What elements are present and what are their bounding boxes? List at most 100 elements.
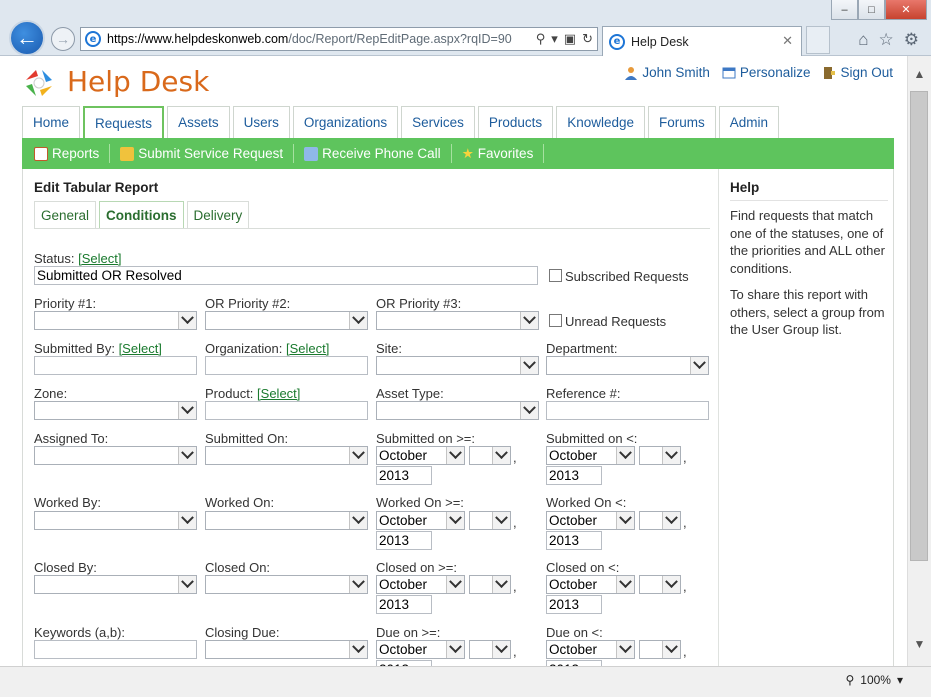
user-profile-link[interactable]: John Smith — [624, 65, 710, 80]
chevron-down-icon — [616, 641, 634, 658]
worked-on-select[interactable] — [205, 511, 368, 530]
favorites-star-icon[interactable]: ☆ — [879, 30, 894, 50]
submitted-on-lt-year-field[interactable]: 2013 — [546, 466, 602, 485]
lock-icon[interactable]: ▣ — [564, 31, 576, 47]
scroll-down-icon[interactable]: ▼ — [908, 634, 931, 654]
priority2-select[interactable] — [205, 311, 368, 330]
tab-close-icon[interactable]: ✕ — [782, 33, 793, 49]
worked-on-gte-month-select[interactable]: October — [376, 511, 465, 530]
closed-on-gte-month-select[interactable]: October — [376, 575, 465, 594]
due-on-gte-day-select[interactable] — [469, 640, 511, 659]
submitted-on-gte-month-select[interactable]: October — [376, 446, 465, 465]
content-area: Edit Tabular Report General Conditions D… — [22, 169, 894, 666]
tab-assets[interactable]: Assets — [167, 106, 230, 138]
scrollbar-thumb[interactable] — [910, 91, 928, 561]
status-bar: ⚲ 100% ▾ — [0, 666, 931, 697]
due-on-lt-day-select[interactable] — [639, 640, 681, 659]
closed-on-gte-day-select[interactable] — [469, 575, 511, 594]
sign-out-link[interactable]: Sign Out — [822, 65, 893, 80]
tab-home[interactable]: Home — [22, 106, 81, 138]
chevron-down-icon — [492, 576, 510, 593]
tab-admin[interactable]: Admin — [718, 106, 780, 138]
address-bar[interactable]: e https://www.helpdeskonweb.com/doc/Repo… — [80, 27, 598, 51]
due-on-lt-month-select[interactable]: October — [546, 640, 635, 659]
organization-select-link[interactable]: [Select] — [286, 341, 329, 356]
maximize-button[interactable]: □ — [858, 0, 885, 20]
tab-products[interactable]: Products — [477, 106, 554, 138]
tab-knowledge[interactable]: Knowledge — [556, 106, 645, 138]
zone-select[interactable] — [34, 401, 197, 420]
submitted-on-select[interactable] — [205, 446, 368, 465]
status-label-group: Status: [Select] — [34, 251, 121, 266]
unread-requests-checkbox[interactable] — [549, 314, 562, 327]
submitted-by-select-link[interactable]: [Select] — [119, 341, 162, 356]
home-icon[interactable]: ⌂ — [858, 30, 868, 50]
worked-on-lt-day-select[interactable] — [639, 511, 681, 530]
tab-users[interactable]: Users — [232, 106, 290, 138]
vertical-scrollbar[interactable]: ▲ ▼ — [907, 56, 931, 666]
priority1-select[interactable] — [34, 311, 197, 330]
tab-conditions[interactable]: Conditions — [99, 201, 184, 228]
closed-on-lt-year-field[interactable]: 2013 — [546, 595, 602, 614]
close-window-button[interactable]: ✕ — [885, 0, 927, 20]
closed-on-lt-month-select[interactable]: October — [546, 575, 635, 594]
site-title[interactable]: Help Desk — [67, 65, 209, 98]
forward-button[interactable]: → — [51, 27, 75, 51]
organization-field[interactable] — [205, 356, 368, 375]
site-select[interactable] — [376, 356, 539, 375]
product-select-link[interactable]: [Select] — [257, 386, 300, 401]
submitted-on-gte-year-field[interactable]: 2013 — [376, 466, 432, 485]
favorites-action[interactable]: ★ Favorites — [462, 144, 545, 163]
chevron-down-icon — [178, 576, 196, 593]
closed-on-select[interactable] — [205, 575, 368, 594]
subscribed-requests-checkbox[interactable] — [549, 269, 562, 282]
worked-on-gte-day-select[interactable] — [469, 511, 511, 530]
tab-forums[interactable]: Forums — [648, 106, 716, 138]
worked-on-lt-month-select[interactable]: October — [546, 511, 635, 530]
reference-field[interactable] — [546, 401, 709, 420]
priority3-select[interactable] — [376, 311, 539, 330]
tab-delivery[interactable]: Delivery — [186, 201, 250, 228]
submitted-by-field[interactable] — [34, 356, 197, 375]
zoom-control[interactable]: ⚲ 100% ▾ — [845, 673, 903, 687]
closing-due-select[interactable] — [205, 640, 368, 659]
dropdown-icon[interactable]: ▾ — [551, 31, 558, 47]
scroll-up-icon[interactable]: ▲ — [908, 64, 931, 84]
submit-service-request-action[interactable]: Submit Service Request — [120, 144, 295, 163]
new-tab-button[interactable] — [806, 26, 830, 54]
settings-gear-icon[interactable]: ⚙ — [904, 30, 919, 50]
worked-on-gte-year-field[interactable]: 2013 — [376, 531, 432, 550]
due-on-gte-month-select[interactable]: October — [376, 640, 465, 659]
worked-by-select[interactable] — [34, 511, 197, 530]
chevron-down-icon — [520, 402, 538, 419]
search-icon[interactable]: ⚲ — [536, 31, 546, 47]
tab-services[interactable]: Services — [401, 106, 475, 138]
submitted-on-lt-month-select[interactable]: October — [546, 446, 635, 465]
keywords-field[interactable] — [34, 640, 197, 659]
tab-general[interactable]: General — [34, 201, 97, 228]
reports-action[interactable]: Reports — [34, 144, 111, 163]
submitted-on-gte-day-select[interactable] — [469, 446, 511, 465]
tab-organizations[interactable]: Organizations — [292, 106, 399, 138]
product-field[interactable] — [205, 401, 368, 420]
closed-by-select[interactable] — [34, 575, 197, 594]
minimize-button[interactable]: – — [831, 0, 858, 20]
receive-phone-call-action[interactable]: Receive Phone Call — [304, 144, 452, 163]
asset-type-select[interactable] — [376, 401, 539, 420]
back-button[interactable]: ← — [9, 20, 45, 56]
refresh-icon[interactable]: ↻ — [582, 31, 593, 47]
closed-on-gte-year-field[interactable]: 2013 — [376, 595, 432, 614]
closed-on-lt-day-select[interactable] — [639, 575, 681, 594]
status-field[interactable]: Submitted OR Resolved — [34, 266, 538, 285]
department-select[interactable] — [546, 356, 709, 375]
tab-requests[interactable]: Requests — [83, 106, 165, 138]
organization-label: Organization: — [205, 341, 283, 356]
worked-on-gte-label: Worked On >=: — [376, 495, 464, 510]
worked-on-lt-year-field[interactable]: 2013 — [546, 531, 602, 550]
assigned-to-select[interactable] — [34, 446, 197, 465]
submitted-on-label: Submitted On: — [205, 431, 289, 446]
submitted-on-lt-day-select[interactable] — [639, 446, 681, 465]
browser-tab[interactable]: e Help Desk ✕ — [602, 26, 802, 56]
personalize-link[interactable]: Personalize — [722, 65, 810, 80]
status-select-link[interactable]: [Select] — [78, 251, 121, 266]
